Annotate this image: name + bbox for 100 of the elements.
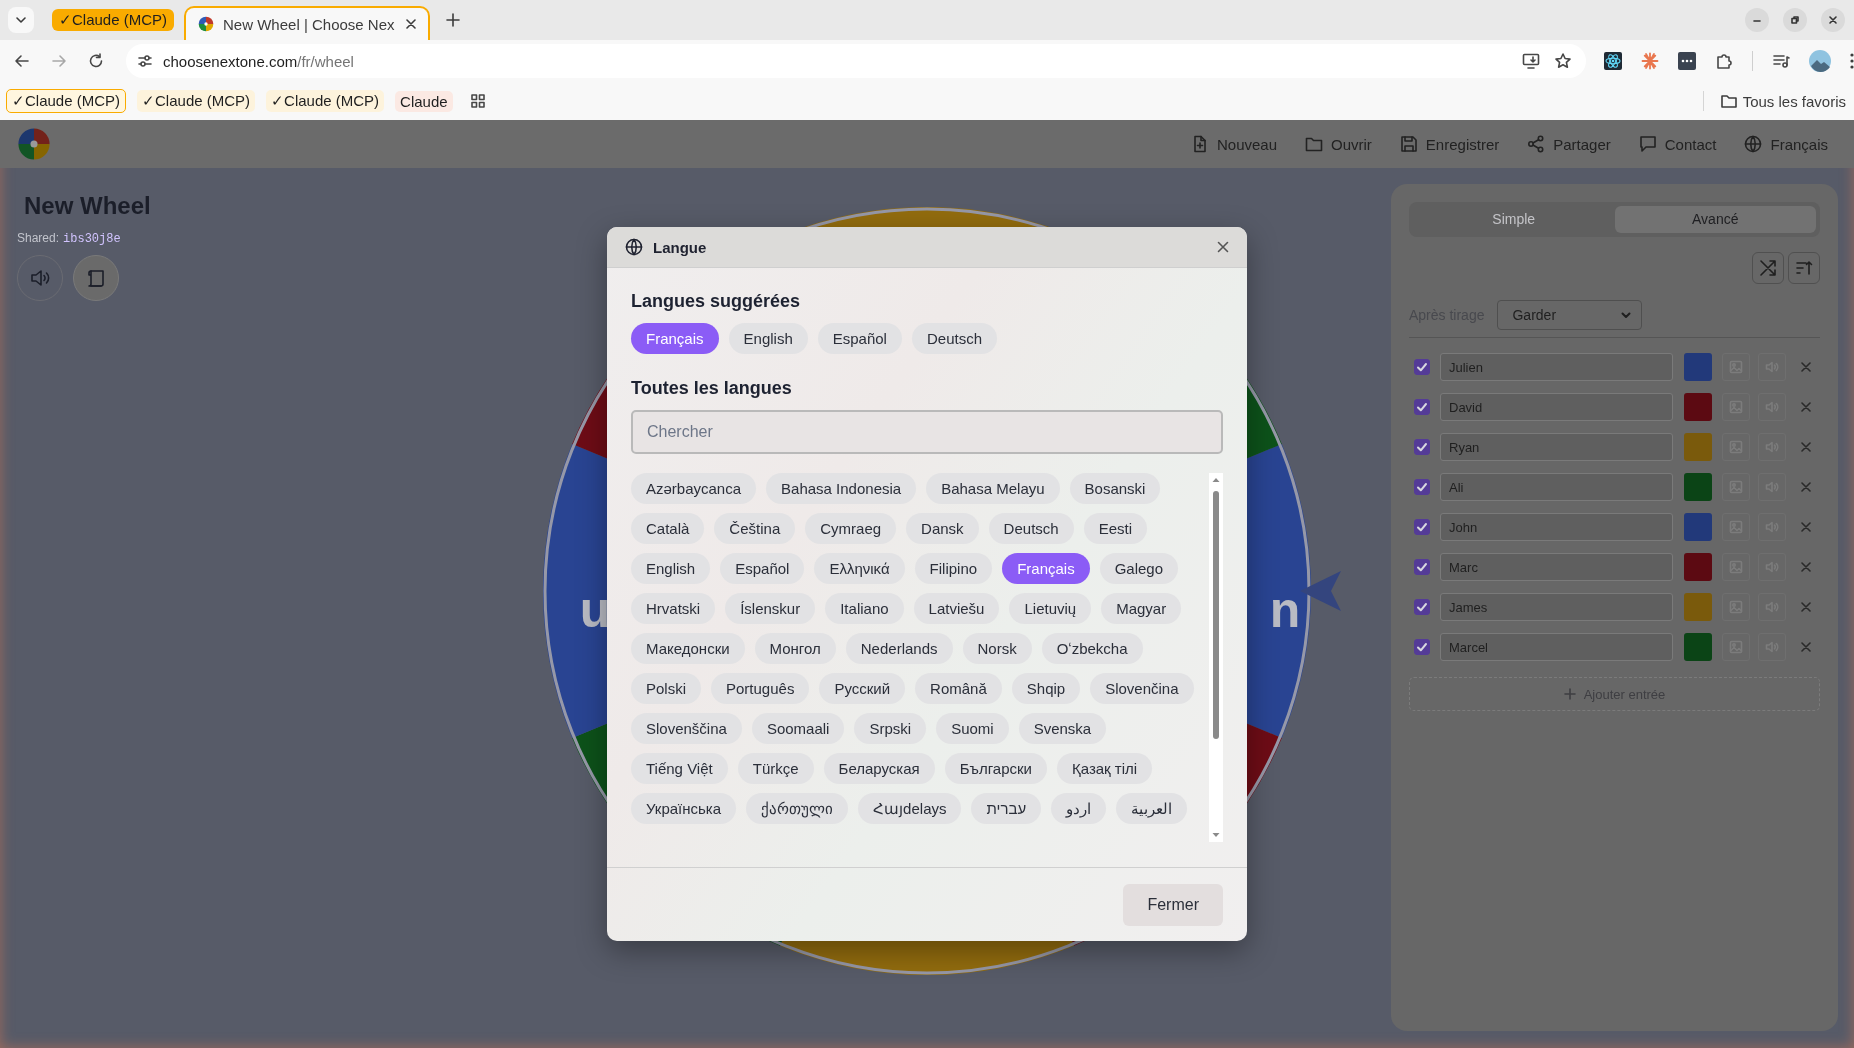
language-chip[interactable]: Suomi — [936, 713, 1009, 744]
language-chip[interactable]: עברית — [971, 793, 1042, 824]
close-button[interactable] — [1821, 8, 1845, 32]
language-chip[interactable]: Soomaali — [751, 713, 845, 744]
atom-icon[interactable] — [1604, 52, 1622, 70]
remove-icon[interactable] — [1801, 482, 1811, 492]
language-chip[interactable]: Italiano — [825, 593, 904, 624]
checkbox[interactable] — [1414, 479, 1430, 495]
language-chip[interactable]: Cymraeg — [805, 513, 897, 544]
language-chip[interactable]: Ελληνικά — [814, 553, 905, 584]
language-chip[interactable]: Norsk — [962, 633, 1032, 664]
language-chip[interactable]: Português — [711, 673, 810, 704]
bookmark-chip[interactable]: ✓Claude (MCP) — [137, 90, 256, 112]
language-chip[interactable]: Magyar — [1101, 593, 1182, 624]
reload-icon[interactable] — [88, 53, 104, 69]
language-chip[interactable]: Eesti — [1083, 513, 1147, 544]
language-chip[interactable]: Монгол — [754, 633, 836, 664]
language-chip[interactable]: Filipino — [914, 553, 993, 584]
language-chip[interactable]: Català — [631, 513, 705, 544]
bookmark-chip[interactable]: ✓Claude (MCP) — [266, 90, 385, 112]
language-chip[interactable]: English — [728, 323, 808, 354]
back-icon[interactable] — [14, 53, 30, 69]
language-chip[interactable]: Svenska — [1018, 713, 1107, 744]
language-chip[interactable]: Íslenskur — [725, 593, 816, 624]
language-chip[interactable]: Latviešu — [913, 593, 1000, 624]
language-chip[interactable]: Français — [1002, 553, 1090, 584]
restore-button[interactable] — [1783, 8, 1807, 32]
checkbox[interactable] — [1414, 519, 1430, 535]
language-chip[interactable]: Čeština — [714, 513, 796, 544]
language-chip[interactable]: Azərbaycanca — [631, 473, 757, 504]
language-chip[interactable]: Bahasa Melayu — [926, 473, 1060, 504]
language-chip[interactable]: Polski — [631, 673, 701, 704]
tune-icon[interactable] — [137, 53, 153, 69]
language-chip[interactable]: Dansk — [906, 513, 979, 544]
language-chip[interactable]: English — [631, 553, 711, 584]
remove-icon[interactable] — [1801, 442, 1811, 452]
color-swatch[interactable] — [1684, 553, 1712, 581]
language-chip[interactable]: Deutsch — [911, 323, 997, 354]
install-icon[interactable] — [1522, 52, 1540, 70]
language-chip[interactable]: Galego — [1099, 553, 1179, 584]
language-chip[interactable]: Slovenščina — [631, 713, 742, 744]
language-chip[interactable]: Srpski — [854, 713, 927, 744]
language-chip[interactable]: Русский — [819, 673, 906, 704]
profile-avatar[interactable] — [1809, 50, 1831, 72]
remove-icon[interactable] — [1801, 642, 1811, 652]
language-chip[interactable]: Lietuvių — [1009, 593, 1092, 624]
star-icon[interactable] — [1554, 52, 1572, 70]
language-chip[interactable]: Беларуская — [823, 753, 935, 784]
bookmark-chip[interactable]: ✓Claude (MCP) — [6, 89, 127, 113]
language-chip[interactable]: Қазақ тілі — [1056, 753, 1153, 784]
remove-icon[interactable] — [1801, 402, 1811, 412]
language-chip[interactable]: Français — [631, 323, 719, 354]
language-chip[interactable]: Български — [944, 753, 1047, 784]
shuffle-button[interactable] — [1752, 252, 1784, 284]
remove-icon[interactable] — [1801, 562, 1811, 572]
history-button[interactable] — [73, 255, 119, 301]
language-chip[interactable]: ქართული — [746, 793, 849, 824]
color-swatch[interactable] — [1684, 513, 1712, 541]
remove-icon[interactable] — [1801, 602, 1811, 612]
media-queue-icon[interactable] — [1772, 52, 1790, 70]
wheel-logo-icon[interactable] — [17, 127, 51, 161]
sort-button[interactable] — [1788, 252, 1820, 284]
remove-icon[interactable] — [1801, 522, 1811, 532]
language-chip[interactable]: Türkçe — [737, 753, 814, 784]
checkbox[interactable] — [1414, 359, 1430, 375]
language-chip[interactable]: Македонски — [631, 633, 745, 664]
remove-icon[interactable] — [1801, 362, 1811, 372]
language-chip[interactable]: Հայdelays — [858, 793, 962, 824]
language-chip[interactable]: Bosanski — [1069, 473, 1161, 504]
checkbox[interactable] — [1414, 559, 1430, 575]
color-swatch[interactable] — [1684, 353, 1712, 381]
language-chip[interactable]: Slovenčina — [1090, 673, 1194, 704]
address-bar[interactable]: choosenextone.com/fr/wheel — [126, 44, 1586, 78]
bookmark-chip[interactable]: Claude — [395, 90, 453, 112]
language-chip[interactable]: Español — [720, 553, 805, 584]
close-button[interactable]: Fermer — [1123, 883, 1223, 926]
checkbox[interactable] — [1414, 639, 1430, 655]
checkbox[interactable] — [1414, 599, 1430, 615]
share-code[interactable]: ibs30j8e — [63, 232, 121, 246]
tab-search-button[interactable] — [8, 7, 34, 33]
close-icon[interactable] — [406, 19, 417, 29]
minimize-button[interactable] — [1745, 8, 1769, 32]
color-swatch[interactable] — [1684, 473, 1712, 501]
more-menu-icon[interactable] — [1850, 53, 1854, 69]
tab-group-label[interactable]: ✓Claude (MCP) — [52, 9, 175, 31]
language-chip[interactable]: Hrvatski — [631, 593, 716, 624]
language-chip[interactable]: Shqip — [1011, 673, 1081, 704]
close-icon[interactable] — [1217, 241, 1229, 253]
language-chip[interactable]: Español — [817, 323, 902, 354]
language-chip[interactable]: العربية — [1116, 793, 1188, 824]
language-chip[interactable]: Oʻzbekcha — [1041, 633, 1143, 664]
color-swatch[interactable] — [1684, 393, 1712, 421]
color-swatch[interactable] — [1684, 593, 1712, 621]
apps-grid-icon[interactable] — [469, 93, 486, 109]
asterisk-icon[interactable] — [1641, 52, 1659, 70]
language-chip[interactable]: Українська — [631, 793, 737, 824]
color-swatch[interactable] — [1684, 433, 1712, 461]
forward-icon[interactable] — [51, 53, 67, 69]
search-field[interactable]: Chercher — [631, 410, 1223, 454]
language-chip[interactable]: Deutsch — [988, 513, 1074, 544]
